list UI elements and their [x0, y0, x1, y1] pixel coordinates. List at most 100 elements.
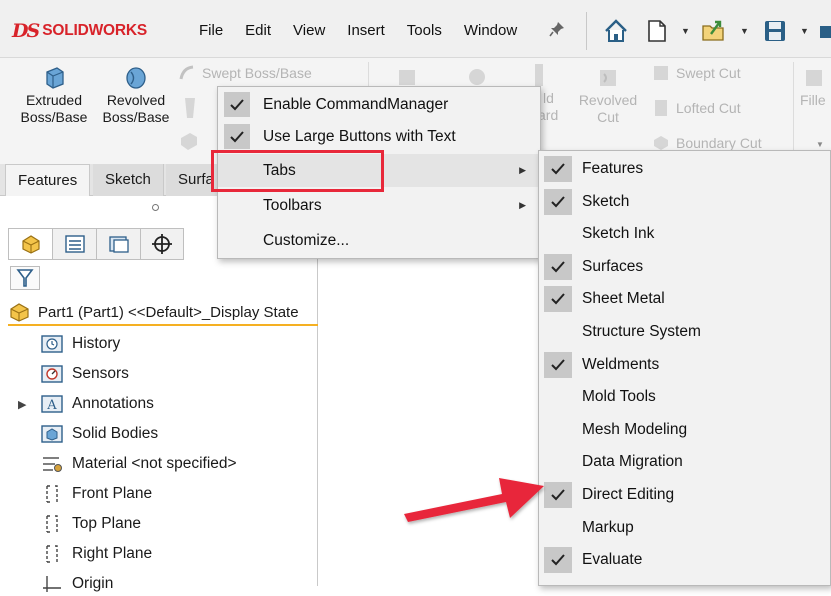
tabs-submenu: Features Sketch Sketch Ink Surfaces Shee…	[538, 150, 831, 586]
extruded-label-1: Extruded	[25, 92, 83, 108]
filter-icon	[16, 269, 34, 287]
tree-filter-button[interactable]	[10, 266, 40, 290]
print-icon[interactable]	[818, 18, 831, 44]
revolved-boss-button[interactable]: Revolved Boss/Base	[96, 64, 176, 126]
save-icon[interactable]	[762, 18, 788, 44]
submenu-item-label: Weldments	[582, 355, 660, 373]
lofted-boss-icon[interactable]	[181, 96, 199, 120]
tree-item-label: Material <not specified>	[72, 455, 237, 472]
svg-text:A: A	[46, 398, 57, 413]
tree-item-annotations[interactable]: A Annotations	[40, 392, 154, 416]
tree-item-front-plane[interactable]: Front Plane	[40, 482, 152, 506]
submenu-item-direct-editing[interactable]: Direct Editing	[539, 479, 831, 512]
menu-item-toolbars[interactable]: Toolbars ▶	[218, 189, 540, 222]
extruded-boss-button[interactable]: Extruded Boss/Base	[14, 64, 94, 126]
feature-manager-tab[interactable]	[8, 228, 52, 260]
tree-item-solid-bodies[interactable]: Solid Bodies	[40, 422, 158, 446]
tree-item-label: Right Plane	[72, 545, 153, 562]
tree-item-label: Top Plane	[72, 515, 141, 532]
checkmark-icon	[544, 188, 572, 215]
tree-item-history[interactable]: History	[40, 332, 120, 356]
tab-sketch[interactable]: Sketch	[93, 164, 164, 196]
panel-splitter-handle[interactable]	[152, 204, 159, 211]
menu-file[interactable]: File	[188, 22, 234, 39]
menu-item-customize[interactable]: Customize...	[218, 224, 540, 257]
tree-item-origin[interactable]: Origin	[40, 572, 113, 596]
submenu-item-weldments[interactable]: Weldments	[539, 349, 831, 382]
menu-item-enable-commandmanager[interactable]: Enable CommandManager	[218, 88, 540, 121]
submenu-item-data-migration[interactable]: Data Migration	[539, 446, 831, 479]
panel-tabs	[8, 228, 184, 260]
submenu-item-label: Mesh Modeling	[582, 420, 688, 438]
fillet-button[interactable]: Fille	[800, 64, 831, 109]
checkmark-icon	[544, 351, 572, 378]
menu-view[interactable]: View	[282, 22, 336, 39]
revolved-cut-icon	[600, 70, 616, 86]
origin-icon	[43, 576, 61, 592]
submenu-item-surfaces[interactable]: Surfaces	[539, 251, 831, 284]
tab-features[interactable]: Features	[5, 164, 91, 196]
menu-tools[interactable]: Tools	[396, 22, 453, 39]
submenu-item-sketch-ink[interactable]: Sketch Ink	[539, 218, 831, 251]
new-dropdown-icon[interactable]: ▼	[681, 26, 690, 36]
configuration-manager-tab[interactable]	[96, 228, 140, 260]
swept-cut-button[interactable]: Swept Cut	[652, 64, 741, 82]
menu-window[interactable]: Window	[453, 22, 528, 39]
property-manager-tab[interactable]	[52, 228, 96, 260]
submenu-item-label: Direct Editing	[582, 486, 675, 503]
revolve-icon	[126, 67, 146, 89]
material-icon	[43, 457, 62, 472]
submenu-item-structure-system[interactable]: Structure System	[539, 316, 831, 349]
submenu-item-features[interactable]: Features	[539, 153, 831, 186]
menu-item-label: Toolbars	[263, 197, 322, 214]
dimxpert-manager-tab[interactable]	[140, 228, 184, 260]
tree-item-label: Front Plane	[72, 485, 153, 502]
submenu-arrow-icon: ▶	[519, 200, 526, 210]
open-dropdown-icon[interactable]: ▼	[740, 26, 749, 36]
swept-boss-label: Swept Boss/Base	[202, 65, 312, 81]
open-folder-icon[interactable]	[701, 18, 727, 44]
solidworks-logo: DS SOLIDWORKS	[12, 20, 147, 42]
tree-item-top-plane[interactable]: Top Plane	[40, 512, 141, 536]
partial-ld-label: ld	[543, 90, 554, 106]
menu-item-label: Use Large Buttons with Text	[263, 128, 456, 145]
logo-works: WORKS	[88, 22, 148, 39]
logo-wordmark: SOLIDWORKS	[42, 22, 147, 40]
menu-insert[interactable]: Insert	[336, 22, 396, 39]
lofted-cut-button[interactable]: Lofted Cut	[652, 99, 741, 117]
menu-edit[interactable]: Edit	[234, 22, 282, 39]
boundary-boss-icon[interactable]	[178, 130, 200, 152]
extruded-label-2: Boss/Base	[20, 109, 88, 125]
submenu-item-label: Structure System	[582, 323, 701, 340]
pin-icon[interactable]	[548, 20, 566, 43]
home-icon[interactable]	[603, 18, 629, 44]
revolved-cut-label-1: Revolved	[578, 92, 638, 108]
swept-cut-label: Swept Cut	[676, 65, 741, 81]
checkmark-icon	[544, 253, 572, 280]
fillet-dropdown-icon[interactable]: ▼	[816, 140, 824, 149]
checkmark-icon	[544, 547, 572, 574]
revolved-cut-button[interactable]: Revolved Cut	[572, 64, 644, 126]
swept-boss-button[interactable]: Swept Boss/Base	[178, 64, 312, 82]
submenu-item-evaluate[interactable]: Evaluate	[539, 544, 831, 577]
submenu-item-sheet-metal[interactable]: Sheet Metal	[539, 283, 831, 316]
tree-item-sensors[interactable]: Sensors	[40, 362, 129, 386]
hole-wizard-icon[interactable]	[466, 66, 488, 88]
menu-item-large-buttons[interactable]: Use Large Buttons with Text	[218, 120, 540, 153]
expand-arrow-icon[interactable]: ▶	[18, 398, 26, 411]
part-icon	[10, 303, 29, 322]
submenu-item-mold-tools[interactable]: Mold Tools	[539, 381, 831, 414]
part-root-node[interactable]: Part1 (Part1) <<Default>_Display State	[8, 300, 318, 326]
submenu-item-sketch[interactable]: Sketch	[539, 186, 831, 219]
save-dropdown-icon[interactable]: ▼	[800, 26, 809, 36]
tree-item-right-plane[interactable]: Right Plane	[40, 542, 152, 566]
tree-item-label: Origin	[72, 575, 114, 592]
submenu-item-label: Data Migration	[582, 453, 683, 471]
submenu-item-mesh-modeling[interactable]: Mesh Modeling	[539, 414, 831, 447]
extruded-cut-icon[interactable]	[396, 66, 418, 88]
new-document-icon[interactable]	[644, 18, 670, 44]
submenu-item-label: Evaluate	[582, 551, 643, 569]
submenu-item-markup[interactable]: Markup	[539, 512, 831, 545]
tree-item-material[interactable]: Material <not specified>	[40, 452, 237, 476]
tapped-hole-icon[interactable]	[531, 62, 547, 88]
